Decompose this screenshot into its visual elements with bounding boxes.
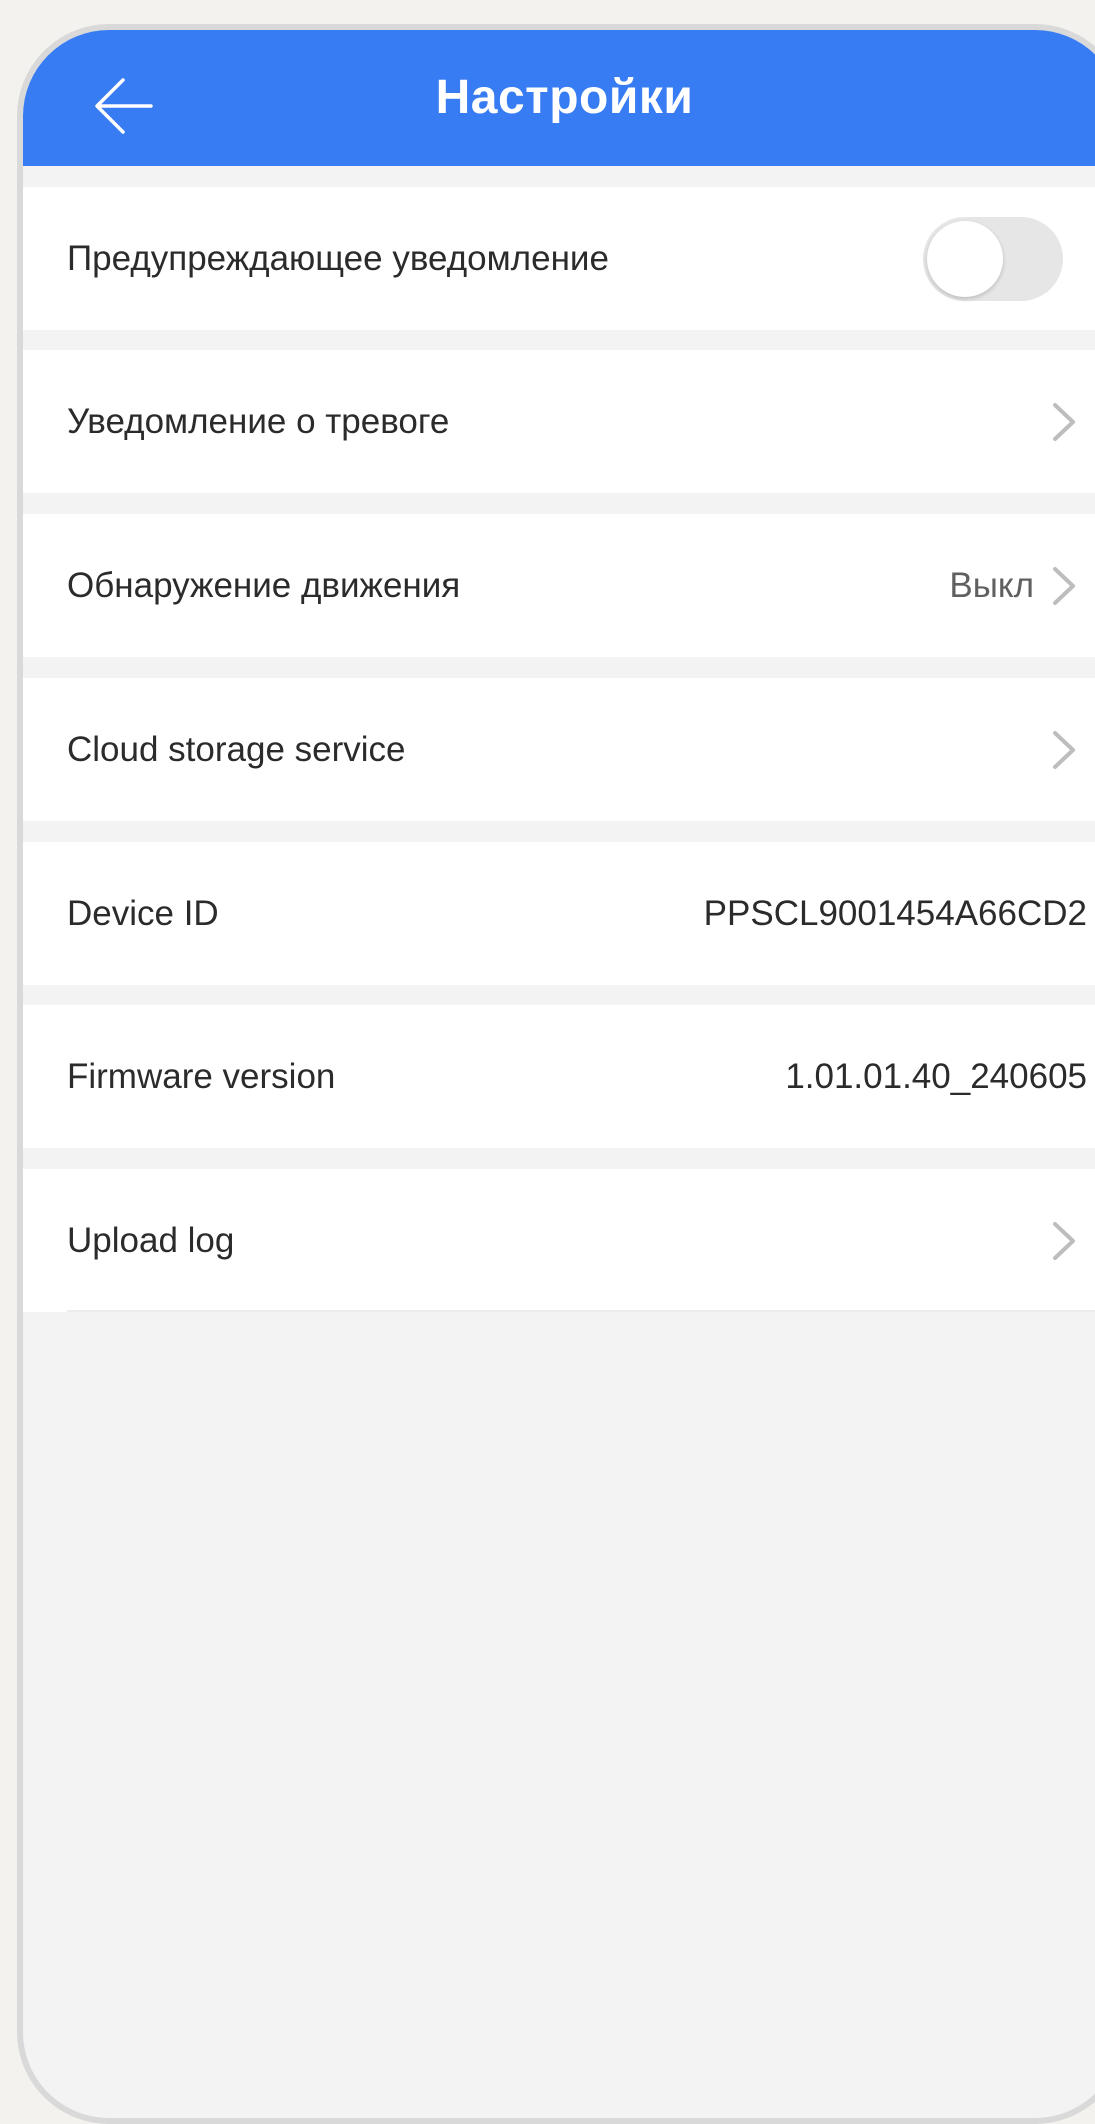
row-cloud-storage[interactable]: Cloud storage service: [23, 678, 1095, 821]
divider: [67, 1310, 1095, 1312]
row-label: Предупреждающее уведомление: [67, 239, 609, 278]
warning-notification-toggle[interactable]: [923, 217, 1063, 301]
row-label: Device ID: [67, 894, 219, 933]
row-label: Обнаружение движения: [67, 566, 461, 605]
chevron-right-icon: [1053, 567, 1075, 605]
row-label: Upload log: [67, 1221, 235, 1260]
motion-detection-value: Выкл: [949, 566, 1034, 605]
row-warning-notification[interactable]: Предупреждающее уведомление: [23, 187, 1095, 330]
row-upload-log[interactable]: Upload log: [23, 1169, 1095, 1312]
row-firmware-version: Firmware version 1.01.01.40_240605: [23, 1005, 1095, 1148]
row-label: Firmware version: [67, 1057, 336, 1096]
page-title: Настройки: [435, 71, 694, 124]
row-label: Cloud storage service: [67, 730, 406, 769]
phone-screen: Настройки Предупреждающее уведомление Ув…: [17, 24, 1095, 2124]
firmware-version-value: 1.01.01.40_240605: [785, 1057, 1087, 1096]
toggle-knob: [927, 221, 1003, 297]
chevron-right-icon: [1053, 1222, 1075, 1260]
row-alarm-notification[interactable]: Уведомление о тревоге: [23, 350, 1095, 493]
row-device-id: Device ID PPSCL9001454A66CD2: [23, 842, 1095, 985]
row-label: Уведомление о тревоге: [67, 402, 450, 441]
chevron-right-icon: [1053, 403, 1075, 441]
row-motion-detection[interactable]: Обнаружение движения Выкл: [23, 514, 1095, 657]
header-bar: Настройки: [23, 30, 1095, 166]
device-id-value: PPSCL9001454A66CD2: [703, 894, 1087, 933]
chevron-right-icon: [1053, 731, 1075, 769]
